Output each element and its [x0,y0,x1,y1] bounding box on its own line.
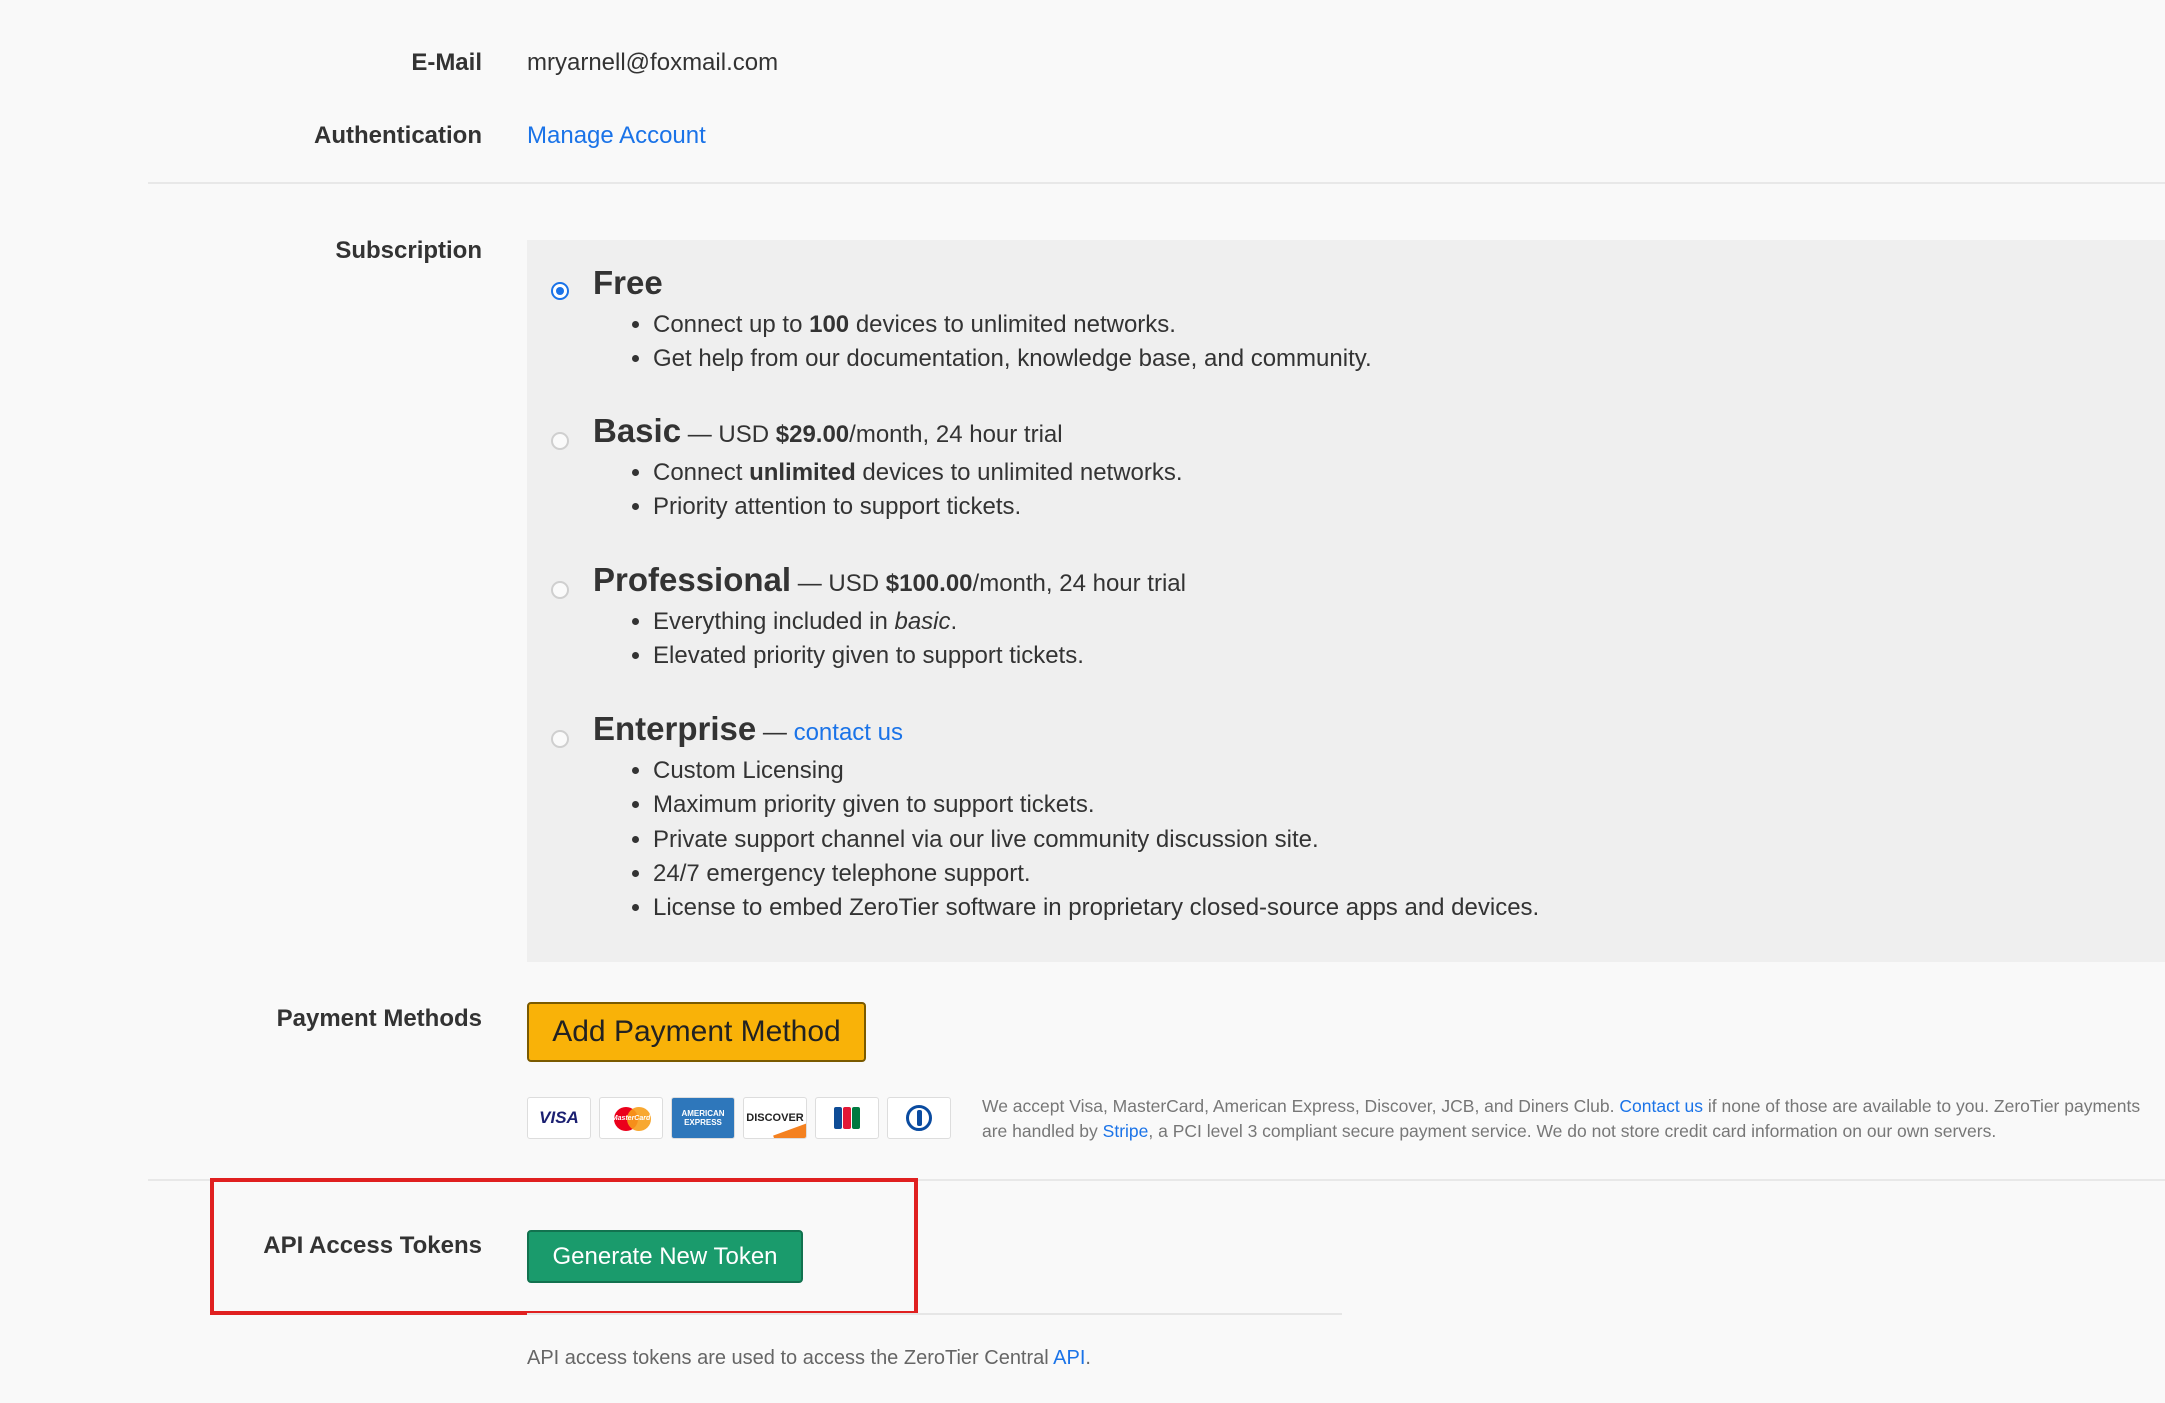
plan-feature: Everything included in basic. [653,605,1084,639]
plan-basic-heading: Basic — USD $29.00/month, 24 hour trial [593,412,1063,450]
plan-name: Free [593,264,663,301]
amex-text: AMERICAN EXPRESS [681,1109,724,1127]
feature-text: Connect up to [653,311,810,338]
plan-free-radio[interactable] [551,282,569,300]
manage-account-link[interactable]: Manage Account [527,122,706,150]
feature-text: Priority attention to support tickets. [653,493,1022,521]
plan-free-heading: Free [593,264,663,302]
authentication-label: Authentication [314,122,482,149]
discover-logo: DISCOVER [743,1097,807,1139]
plan-feature: Elevated priority given to support ticke… [653,639,1084,673]
feature-bold: unlimited [749,459,856,486]
stripe-link[interactable]: Stripe [1103,1121,1149,1141]
diners-mark [906,1105,932,1131]
amex-logo: AMERICAN EXPRESS [671,1097,735,1139]
jcb-logo [815,1097,879,1139]
amex-line2: EXPRESS [684,1118,722,1127]
feature-text: Get help from our documentation, knowled… [653,345,1372,373]
mastercard-logo: MasterCard [599,1097,663,1139]
price-suffix: /month, 24 hour trial [849,421,1063,448]
subscription-label: Subscription [335,237,482,264]
plan-feature: Get help from our documentation, knowled… [653,342,1372,376]
note-text: API access tokens are used to access the… [527,1347,1054,1369]
price-prefix: — USD [791,570,886,597]
plan-professional-heading: Professional — USD $100.00/month, 24 hou… [593,561,1186,599]
plan-professional-radio[interactable] [551,581,569,599]
plan-feature: Private support channel via our live com… [653,823,1539,857]
plan-feature: Custom Licensing [653,754,1539,788]
note-text: , a PCI level 3 compliant secure payment… [1148,1121,1997,1141]
jcb-blue [834,1107,842,1129]
email-label: E-Mail [411,49,482,76]
subscription-plans-panel: Free Connect up to 100 devices to unlimi… [527,240,2165,962]
plan-professional-features: Everything included in basic. Elevated p… [593,605,1084,674]
account-page: E-Mail mryarnell@foxmail.com Authenticat… [0,0,2165,1403]
plan-free-features: Connect up to 100 devices to unlimited n… [593,308,1372,377]
jcb-stripes [834,1107,860,1129]
api-link[interactable]: API [1053,1347,1085,1369]
plan-basic-radio[interactable] [551,432,569,450]
plan-dash: — [756,719,794,746]
plan-price: $29.00 [775,421,850,448]
plan-name: Basic [593,412,682,449]
feature-text: devices to unlimited networks. [855,459,1183,486]
plan-feature: Maximum priority given to support ticket… [653,788,1539,822]
plan-enterprise-heading: Enterprise — contact us [593,710,903,748]
price-prefix: — USD [681,421,776,448]
jcb-green [852,1107,860,1129]
plan-basic-features: Connect unlimited devices to unlimited n… [593,456,1183,525]
plan-feature: 24/7 emergency telephone support. [653,857,1539,891]
plan-feature: License to embed ZeroTier software in pr… [653,891,1539,925]
feature-italic: basic [894,608,951,635]
highlight-annotation-box [210,1178,918,1315]
add-payment-method-button[interactable]: Add Payment Method [527,1002,866,1062]
note-text: . [1085,1347,1091,1369]
email-value: mryarnell@foxmail.com [527,49,779,76]
jcb-red [843,1107,851,1129]
amex-line1: AMERICAN [681,1109,725,1118]
plan-enterprise-features: Custom Licensing Maximum priority given … [593,754,1539,925]
plan-price: $100.00 [885,570,973,597]
feature-text: . [950,608,958,635]
contact-us-link[interactable]: contact us [794,719,903,746]
plan-feature: Priority attention to support tickets. [653,490,1183,524]
feature-text: Connect [653,459,750,486]
api-token-note: API access tokens are used to access the… [527,1347,1091,1370]
price-suffix: /month, 24 hour trial [972,570,1186,597]
accepted-payments-note: We accept Visa, MasterCard, American Exp… [982,1094,2142,1144]
mastercard-text: MasterCard [611,1114,651,1122]
feature-text: Everything included in [653,608,895,635]
section-divider [148,182,2165,184]
plan-feature: Connect up to 100 devices to unlimited n… [653,308,1372,342]
feature-bold: 100 [809,311,850,338]
plan-name: Professional [593,561,792,598]
diners-logo [887,1097,951,1139]
token-divider [527,1313,1342,1315]
visa-logo: VISA [527,1097,591,1139]
plan-name: Enterprise [593,710,757,747]
payment-methods-label: Payment Methods [276,1005,482,1032]
plan-feature: Connect unlimited devices to unlimited n… [653,456,1183,490]
feature-text: Elevated priority given to support ticke… [653,642,1084,670]
accepted-cards: VISA MasterCard AMERICAN EXPRESS DISCOVE… [527,1097,951,1141]
feature-text: devices to unlimited networks. [849,311,1176,338]
contact-us-payment-link[interactable]: Contact us [1619,1096,1703,1116]
plan-enterprise-radio[interactable] [551,730,569,748]
note-text: We accept Visa, MasterCard, American Exp… [982,1096,1620,1116]
